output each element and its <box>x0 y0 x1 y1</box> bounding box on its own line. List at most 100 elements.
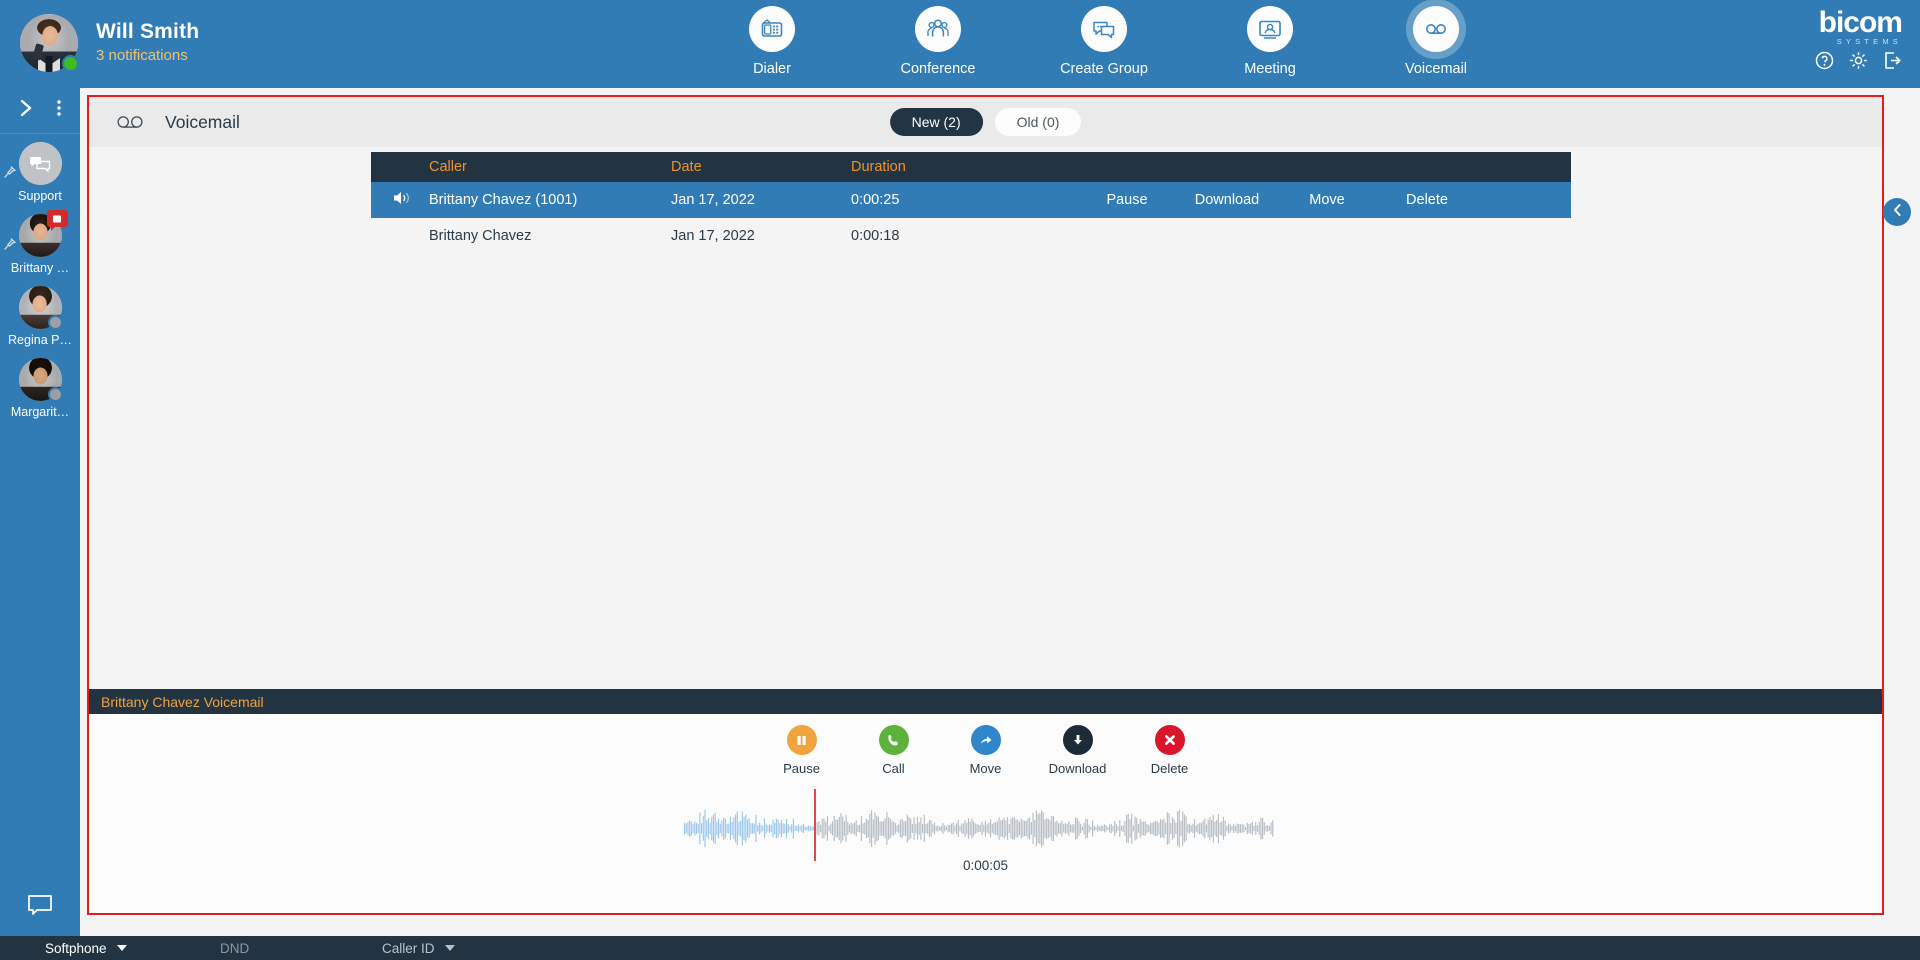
avatar <box>3 210 68 257</box>
page-title: Voicemail <box>165 111 240 132</box>
cell-duration: 0:00:18 <box>851 228 900 244</box>
forward-icon <box>970 725 1001 755</box>
top-bar: Will Smith 3 notifications Dialer Confer… <box>0 0 1920 88</box>
player-title: Brittany Chavez Voicemail <box>101 693 264 710</box>
player-delete-button[interactable]: Delete <box>1139 725 1201 776</box>
sidebar-item-label: Brittany … <box>10 261 70 275</box>
logout-icon[interactable] <box>1883 51 1902 70</box>
status-caller-id[interactable]: Caller ID <box>382 936 455 960</box>
chevron-left-icon <box>1891 203 1904 222</box>
cell-caller: Brittany Chavez (1001) <box>429 192 578 208</box>
sidebar-item-brittany[interactable]: Brittany … <box>0 210 80 286</box>
panel-header: Voicemail New (2) Old (0) <box>89 97 1882 147</box>
row-action-move[interactable]: Move <box>1277 192 1377 208</box>
status-softphone-label: Softphone <box>45 940 107 956</box>
sidebar-chat-button[interactable] <box>0 894 80 922</box>
sidebar-toolbar <box>0 88 80 134</box>
notification-count[interactable]: 3 notifications <box>96 46 199 66</box>
player-action-label: Pause <box>783 761 820 776</box>
player-move-button[interactable]: Move <box>955 725 1017 776</box>
player-call-button[interactable]: Call <box>863 725 925 776</box>
table-header: Caller Date Duration <box>371 152 1571 182</box>
desk-phone-icon <box>749 6 795 52</box>
people-group-icon <box>915 6 961 52</box>
chevron-right-icon[interactable] <box>19 99 34 122</box>
chat-bubbles-icon <box>1081 6 1127 52</box>
nav-label-meeting: Meeting <box>1244 61 1296 77</box>
player-panel: Pause Call Move Download Delete 0:00:05 <box>89 714 1882 917</box>
table-row[interactable]: Brittany Chavez (1001) Jan 17, 2022 0:00… <box>371 182 1571 218</box>
close-x-icon <box>1154 725 1185 755</box>
nav-label-create-group: Create Group <box>1060 61 1148 77</box>
presence-offline-dot <box>47 315 63 330</box>
main-nav: Dialer Conference Create Group Meeting V… <box>718 6 1490 77</box>
sidebar-item-margarita[interactable]: Margarit… <box>0 358 80 430</box>
avatar[interactable] <box>20 14 79 72</box>
cell-date: Jan 17, 2022 <box>671 228 755 244</box>
row-action-delete[interactable]: Delete <box>1377 192 1477 208</box>
column-header-duration: Duration <box>851 159 906 175</box>
video-screen-icon <box>1247 6 1293 52</box>
player-action-label: Delete <box>1150 761 1189 776</box>
chat-bubble-icon <box>27 894 53 922</box>
user-name: Will Smith <box>96 20 200 43</box>
status-dnd-label: DND <box>220 940 250 956</box>
player-actions: Pause Call Move Download Delete <box>771 725 1201 776</box>
nav-item-voicemail[interactable]: Voicemail <box>1382 6 1490 77</box>
player-action-label: Download <box>1048 761 1107 776</box>
player-action-label: Move <box>969 761 1002 776</box>
current-user-block[interactable]: Will Smith 3 notifications <box>20 14 199 72</box>
player-download-button[interactable]: Download <box>1047 725 1109 776</box>
voicemail-icon <box>1413 6 1459 52</box>
chat-bubbles-icon <box>30 156 51 173</box>
column-header-caller: Caller <box>429 159 467 175</box>
avatar <box>18 286 63 330</box>
nav-item-meeting[interactable]: Meeting <box>1216 6 1324 77</box>
sidebar-item-label: Margarit… <box>10 405 70 419</box>
nav-item-dialer[interactable]: Dialer <box>718 6 826 77</box>
status-caller-id-label: Caller ID <box>382 940 435 956</box>
avatar <box>18 358 63 402</box>
voicemail-tabs: New (2) Old (0) <box>889 108 1082 136</box>
status-dnd[interactable]: DND <box>220 936 249 960</box>
voicemail-table: Caller Date Duration Brittany Chavez (10… <box>371 152 1571 254</box>
table-row[interactable]: Brittany Chavez Jan 17, 2022 0:00:18 <box>371 218 1571 254</box>
gear-icon[interactable] <box>1849 51 1868 70</box>
player-pause-button[interactable]: Pause <box>771 725 833 776</box>
collapse-panel-button[interactable] <box>1883 198 1911 226</box>
brand-block: bicom SYSTEMS <box>1815 8 1903 70</box>
playhead-marker[interactable] <box>814 789 816 861</box>
avatar <box>3 142 62 185</box>
unread-message-badge <box>46 210 68 231</box>
presence-online-dot <box>62 55 79 72</box>
more-vertical-icon[interactable] <box>56 99 62 122</box>
pin-icon <box>3 165 16 184</box>
nav-label-dialer: Dialer <box>753 61 791 77</box>
pin-icon <box>3 237 16 256</box>
cell-duration: 0:00:25 <box>851 192 900 208</box>
nav-item-conference[interactable]: Conference <box>884 6 992 77</box>
nav-item-create-group[interactable]: Create Group <box>1050 6 1158 77</box>
row-action-pause[interactable]: Pause <box>1077 192 1177 208</box>
tab-old[interactable]: Old (0) <box>994 108 1082 136</box>
sidebar-item-support[interactable]: Support <box>0 142 80 214</box>
row-action-download[interactable]: Download <box>1177 192 1277 208</box>
voicemail-icon <box>117 115 143 130</box>
cell-date: Jan 17, 2022 <box>671 192 755 208</box>
status-softphone[interactable]: Softphone <box>45 936 127 960</box>
audio-waveform[interactable] <box>684 806 1274 851</box>
nav-label-voicemail: Voicemail <box>1404 61 1468 77</box>
column-header-date: Date <box>671 159 702 175</box>
sidebar-item-regina[interactable]: Regina P… <box>0 286 80 358</box>
chevron-down-icon <box>444 945 455 951</box>
speaker-playing-icon <box>393 191 411 210</box>
sidebar-contacts: Support Brittany … Regina P… Margarit… <box>0 134 80 430</box>
player-title-bar: Brittany Chavez Voicemail <box>89 689 1882 714</box>
cell-caller: Brittany Chavez <box>429 228 532 244</box>
tab-new[interactable]: New (2) <box>889 108 983 136</box>
presence-offline-dot <box>47 387 63 402</box>
help-icon[interactable] <box>1815 51 1834 70</box>
player-current-time: 0:00:05 <box>962 858 1009 873</box>
status-bar: Softphone DND Caller ID <box>0 936 1920 960</box>
sidebar-item-label: Regina P… <box>8 333 72 347</box>
